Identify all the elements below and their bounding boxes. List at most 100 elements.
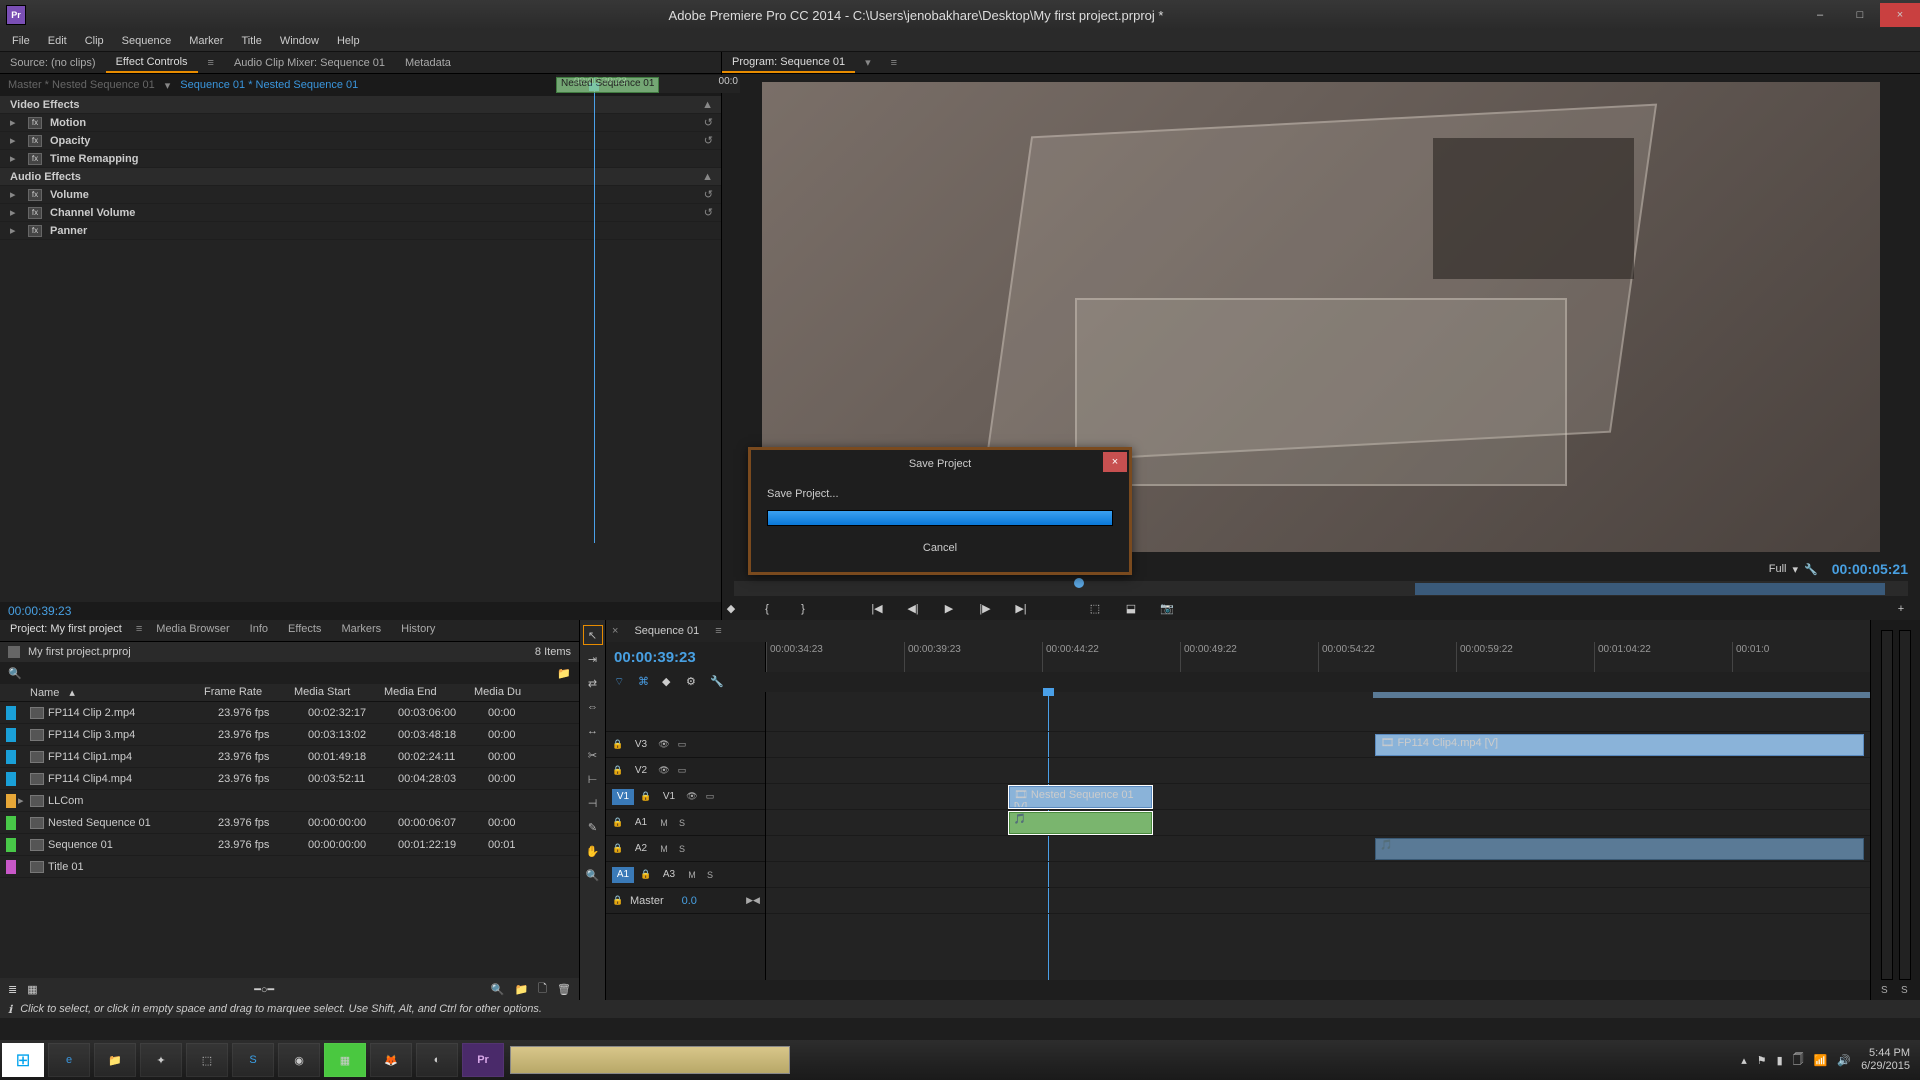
maximize-button[interactable]: □ bbox=[1840, 3, 1880, 27]
start-button[interactable]: ⊞ bbox=[2, 1043, 44, 1077]
tray-show-hidden-icon[interactable]: ▴ bbox=[1741, 1054, 1747, 1067]
fx-panner[interactable]: ▸fxPanner bbox=[0, 222, 721, 240]
taskbar-window-button[interactable] bbox=[510, 1046, 790, 1074]
timeline-timecode[interactable]: 00:00:39:23 bbox=[614, 649, 696, 666]
window-close-button[interactable]: × bbox=[1880, 3, 1920, 27]
mark-out-icon[interactable]: } bbox=[794, 601, 812, 617]
step-fwd-icon[interactable]: |▶ bbox=[976, 601, 994, 617]
pen-tool-icon[interactable]: ✎ bbox=[584, 818, 602, 836]
tab-source[interactable]: Source: (no clips) bbox=[0, 54, 106, 72]
taskbar-app1-icon[interactable]: ✦ bbox=[140, 1043, 182, 1077]
tab-history[interactable]: History bbox=[391, 620, 445, 641]
tray-volume-icon[interactable]: 🔊 bbox=[1837, 1054, 1851, 1067]
marker-add-icon[interactable]: ◆ bbox=[662, 675, 676, 689]
taskbar[interactable]: ⊞ e 📁 ✦ ⬚ S ◉ ▦ 🦊 ◐ Pr ▴ ⚑ ▮ 🗍 📶 🔊 5:44 … bbox=[0, 1040, 1920, 1080]
zoom-tool-icon[interactable]: 🔍 bbox=[584, 866, 602, 884]
ec-timecode[interactable]: 00:00:39:23 bbox=[0, 602, 721, 620]
track-header-a1[interactable]: 🔒A1MS bbox=[606, 810, 765, 836]
taskbar-chrome-icon[interactable]: ◉ bbox=[278, 1043, 320, 1077]
rolling-tool-icon[interactable]: ⇔ bbox=[584, 698, 602, 716]
help-icon[interactable]: ℹ bbox=[8, 1003, 12, 1016]
wrench-icon[interactable]: 🔧 bbox=[1804, 563, 1818, 576]
taskbar-app3-icon[interactable]: ▦ bbox=[324, 1043, 366, 1077]
track-header-a3[interactable]: A1🔒A3MS bbox=[606, 862, 765, 888]
track-header-v1[interactable]: V1🔒V1👁▭ bbox=[606, 784, 765, 810]
step-back-icon[interactable]: ◀| bbox=[904, 601, 922, 617]
project-column-headers[interactable]: Name▴ Frame Rate Media Start Media End M… bbox=[0, 684, 579, 702]
tray-battery-icon[interactable]: 🗍 bbox=[1793, 1051, 1804, 1070]
play-icon[interactable]: ▶ bbox=[940, 601, 958, 617]
taskbar-ie-icon[interactable]: e bbox=[48, 1043, 90, 1077]
find-icon[interactable]: 🔍 bbox=[491, 983, 505, 996]
dialog-close-button[interactable]: × bbox=[1103, 452, 1127, 472]
ripple-tool-icon[interactable]: ⇄ bbox=[584, 674, 602, 692]
video-effects-header[interactable]: Video Effects▲ bbox=[0, 96, 721, 114]
fx-time-remapping[interactable]: ▸fxTime Remapping bbox=[0, 150, 721, 168]
taskbar-firefox-icon[interactable]: 🦊 bbox=[370, 1043, 412, 1077]
tray-action-center-icon[interactable]: ⚑ bbox=[1757, 1054, 1767, 1067]
fx-volume[interactable]: ▸fxVolume↺ bbox=[0, 186, 721, 204]
go-out-icon[interactable]: ▶| bbox=[1012, 601, 1030, 617]
program-scrubber[interactable] bbox=[734, 581, 1908, 596]
fx-motion[interactable]: ▸fxMotion↺ bbox=[0, 114, 721, 132]
project-row[interactable]: FP114 Clip1.mp423.976 fps00:01:49:1800:0… bbox=[0, 746, 579, 768]
tab-project[interactable]: Project: My first project bbox=[0, 620, 132, 641]
track-header-v3[interactable]: 🔒V3👁▭ bbox=[606, 732, 765, 758]
track-header-a2[interactable]: 🔒A2MS bbox=[606, 836, 765, 862]
ec-breadcrumb[interactable]: Sequence 01 * Nested Sequence 01 bbox=[180, 79, 358, 91]
project-row[interactable]: Title 01 bbox=[0, 856, 579, 878]
menu-title[interactable]: Title bbox=[233, 33, 269, 49]
audio-effects-header[interactable]: Audio Effects▲ bbox=[0, 168, 721, 186]
tab-metadata[interactable]: Metadata bbox=[395, 54, 461, 72]
icon-view-icon[interactable]: ▦ bbox=[27, 983, 37, 996]
taskbar-premiere-icon[interactable]: Pr bbox=[462, 1043, 504, 1077]
ec-mini-clip[interactable]: Nested Sequence 01 bbox=[556, 77, 659, 93]
tray-network-icon[interactable]: ▮ bbox=[1777, 1054, 1783, 1067]
timeline-track-area[interactable]: 🎞 FP114 Clip4.mp4 [V] 🎞 Nested Sequence … bbox=[766, 692, 1870, 980]
clip-a1[interactable]: 🎵 bbox=[1009, 812, 1153, 834]
new-item-icon[interactable]: 🗋 bbox=[538, 980, 547, 999]
clip-v3[interactable]: 🎞 FP114 Clip4.mp4 [V] bbox=[1375, 734, 1864, 756]
tab-info[interactable]: Info bbox=[240, 620, 278, 641]
project-row[interactable]: Sequence 0123.976 fps00:00:00:0000:01:22… bbox=[0, 834, 579, 856]
panel-menu-icon[interactable]: ≡ bbox=[198, 54, 224, 72]
extract-icon[interactable]: ⬓ bbox=[1122, 601, 1140, 617]
new-bin-icon[interactable]: 📁 bbox=[514, 983, 528, 996]
menu-sequence[interactable]: Sequence bbox=[114, 33, 180, 49]
program-resolution[interactable]: Full bbox=[1769, 563, 1787, 575]
menu-marker[interactable]: Marker bbox=[181, 33, 231, 49]
rate-stretch-tool-icon[interactable]: ↔ bbox=[584, 722, 602, 740]
project-row[interactable]: Nested Sequence 0123.976 fps00:00:00:000… bbox=[0, 812, 579, 834]
track-select-tool-icon[interactable]: ⇥ bbox=[584, 650, 602, 668]
fx-opacity[interactable]: ▸fxOpacity↺ bbox=[0, 132, 721, 150]
go-in-icon[interactable]: |◀ bbox=[868, 601, 886, 617]
tray-clock[interactable]: 5:44 PM6/29/2015 bbox=[1861, 1047, 1910, 1073]
wrench-icon[interactable]: 🔧 bbox=[710, 675, 724, 689]
timeline-ruler[interactable]: 00:00:34:2300:00:39:2300:00:44:2200:00:4… bbox=[766, 642, 1870, 672]
taskbar-obs-icon[interactable]: ◐ bbox=[416, 1043, 458, 1077]
menu-help[interactable]: Help bbox=[329, 33, 368, 49]
program-timecode[interactable]: 00:00:05:21 bbox=[1832, 561, 1908, 577]
menu-window[interactable]: Window bbox=[272, 33, 327, 49]
cancel-button[interactable]: Cancel bbox=[909, 538, 971, 558]
marker-icon[interactable]: ◆ bbox=[722, 601, 740, 617]
razor-tool-icon[interactable]: ✂ bbox=[584, 746, 602, 764]
fx-channel-volume[interactable]: ▸fxChannel Volume↺ bbox=[0, 204, 721, 222]
lift-icon[interactable]: ⬚ bbox=[1086, 601, 1104, 617]
timeline-tab[interactable]: Sequence 01 bbox=[624, 622, 709, 640]
track-header-v2[interactable]: 🔒V2👁▭ bbox=[606, 758, 765, 784]
taskbar-skype-icon[interactable]: S bbox=[232, 1043, 274, 1077]
linked-selection-icon[interactable]: ⌘ bbox=[638, 675, 652, 689]
tab-effects[interactable]: Effects bbox=[278, 620, 331, 641]
zoom-slider[interactable]: ━○━ bbox=[254, 983, 274, 996]
list-view-icon[interactable]: ≣ bbox=[8, 983, 17, 996]
tab-markers[interactable]: Markers bbox=[331, 620, 391, 641]
slip-tool-icon[interactable]: ⊢ bbox=[584, 770, 602, 788]
trash-icon[interactable]: 🗑 bbox=[557, 983, 571, 996]
program-panel-menu-icon[interactable]: ≡ bbox=[881, 54, 907, 72]
timeline-panel-menu-icon[interactable]: ≡ bbox=[709, 622, 727, 640]
snap-icon[interactable]: ⌔ bbox=[614, 675, 628, 689]
slide-tool-icon[interactable]: ⊣ bbox=[584, 794, 602, 812]
clip-a2[interactable]: 🎵 bbox=[1375, 838, 1864, 860]
selection-tool-icon[interactable]: ↖ bbox=[584, 626, 602, 644]
